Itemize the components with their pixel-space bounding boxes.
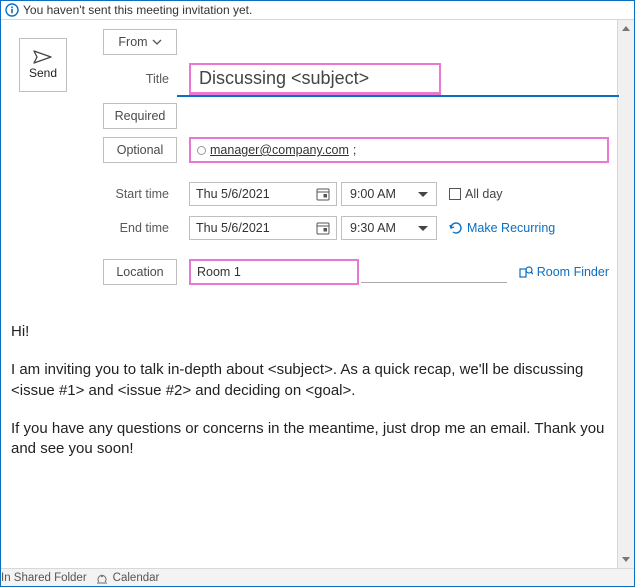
start-time-input[interactable]: 9:00 AM: [341, 182, 437, 206]
title-input[interactable]: [189, 63, 441, 95]
info-text: You haven't sent this meeting invitation…: [23, 3, 252, 17]
title-focus-line: [177, 95, 619, 97]
scrollbar-vertical[interactable]: [617, 20, 634, 568]
optional-button[interactable]: Optional: [103, 137, 177, 163]
required-button[interactable]: Required: [103, 103, 177, 129]
location-input[interactable]: Room 1: [189, 259, 359, 285]
chevron-down-icon: [418, 226, 428, 231]
presence-icon: [197, 146, 206, 155]
start-date-input[interactable]: Thu 5/6/2021: [189, 182, 337, 206]
optional-row: Optional manager@company.com;: [103, 136, 609, 164]
location-button[interactable]: Location: [103, 259, 177, 285]
send-button[interactable]: Send: [19, 38, 67, 92]
calendar-icon: [316, 187, 330, 201]
status-view: Calendar: [113, 572, 160, 584]
status-bar: In Shared Folder Calendar: [1, 568, 634, 586]
body-p3: If you have any questions or concerns in…: [11, 419, 607, 460]
chevron-down-icon: [418, 192, 428, 197]
message-body[interactable]: Hi! I am inviting you to talk in-depth a…: [1, 292, 617, 568]
recipient-separator: ;: [353, 143, 356, 157]
make-recurring-label: Make Recurring: [467, 221, 555, 235]
from-row: From: [103, 28, 609, 56]
send-label: Send: [29, 66, 57, 80]
start-time-label: Start time: [103, 187, 177, 201]
optional-recipient[interactable]: manager@company.com: [210, 143, 349, 157]
all-day-label: All day: [465, 187, 503, 201]
scroll-down-button[interactable]: [618, 551, 634, 568]
location-underline: [361, 261, 507, 283]
end-time-input[interactable]: 9:30 AM: [341, 216, 437, 240]
end-date-input[interactable]: Thu 5/6/2021: [189, 216, 337, 240]
title-label: Title: [103, 72, 177, 86]
recurring-icon: [449, 221, 463, 235]
start-time-value: 9:00 AM: [350, 187, 396, 201]
body-p2: I am inviting you to talk in-depth about…: [11, 360, 607, 401]
calendar-status-icon: [95, 572, 109, 584]
arrow-down-icon: [622, 557, 630, 562]
room-finder-icon: [519, 265, 533, 279]
calendar-icon: [316, 221, 330, 235]
end-time-label: End time: [103, 221, 177, 235]
info-icon: [5, 3, 19, 17]
status-folder: In Shared Folder: [1, 572, 87, 584]
send-icon: [33, 50, 53, 64]
make-recurring-link[interactable]: Make Recurring: [449, 221, 555, 235]
room-finder-link[interactable]: Room Finder: [519, 265, 609, 279]
chevron-down-icon: [152, 37, 162, 47]
all-day-checkbox[interactable]: All day: [449, 187, 503, 201]
end-date-value: Thu 5/6/2021: [196, 221, 270, 235]
from-label: From: [118, 35, 147, 49]
location-value: Room 1: [197, 265, 241, 279]
scroll-up-button[interactable]: [618, 20, 634, 37]
optional-input[interactable]: manager@company.com;: [189, 137, 609, 163]
title-row: Title: [103, 62, 609, 96]
start-date-value: Thu 5/6/2021: [196, 187, 270, 201]
meeting-form: Send From Title Required Optional: [1, 20, 617, 292]
checkbox-box: [449, 188, 461, 200]
body-p1: Hi!: [11, 322, 607, 342]
info-bar: You haven't sent this meeting invitation…: [1, 1, 634, 20]
arrow-up-icon: [622, 26, 630, 31]
end-time-row: End time Thu 5/6/2021 9:30 AM Make Recur…: [103, 214, 609, 242]
end-time-value: 9:30 AM: [350, 221, 396, 235]
location-row: Location Room 1 Room Finder: [103, 258, 609, 286]
room-finder-label: Room Finder: [537, 265, 609, 279]
required-row: Required: [103, 102, 609, 130]
from-button[interactable]: From: [103, 29, 177, 55]
start-time-row: Start time Thu 5/6/2021 9:00 AM All day: [103, 180, 609, 208]
